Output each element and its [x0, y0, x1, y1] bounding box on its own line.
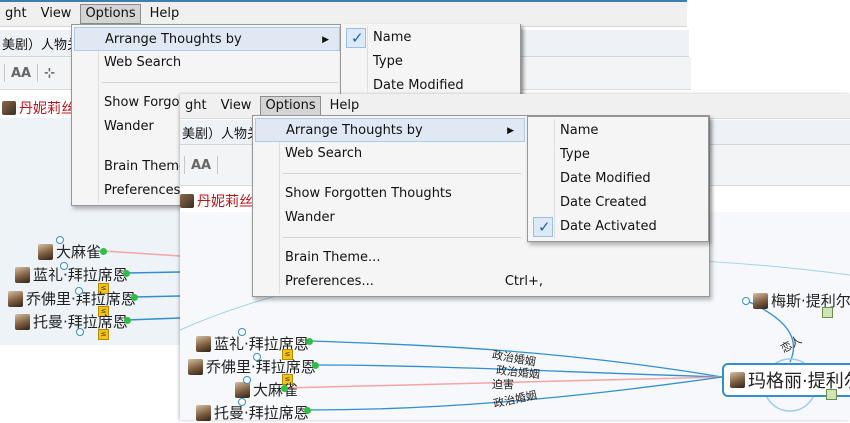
menu-item-show-forgotten[interactable]: Show Forgotten Thoughts [255, 182, 555, 206]
chevron-right-icon: ▶ [507, 126, 514, 136]
menu-item-label: Date Activated [560, 219, 657, 234]
submenu-item-date-modified[interactable]: Date Modified [530, 167, 706, 191]
submenu-item-type[interactable]: Type [530, 143, 706, 167]
menu-item-brain-theme[interactable]: Brain Theme... [255, 246, 555, 270]
menu-item-preferences[interactable]: Preferences... Ctrl+, [255, 270, 555, 294]
menu-item-accelerator: Ctrl+, [504, 274, 543, 289]
menu-item-label: Date Created [560, 195, 647, 210]
person-photo-icon [196, 335, 211, 352]
menu-item-label: Web Search [285, 146, 363, 161]
node-label: 乔佛里·拜拉席恩 [206, 358, 316, 376]
node-label: 大麻雀 [253, 381, 299, 399]
node-thought[interactable]: 梅斯·提利尔 [742, 290, 850, 311]
menu-item-arrange-thoughts[interactable]: Arrange Thoughts by ▶ [255, 118, 525, 142]
menu-item-wander[interactable]: Wander [255, 206, 555, 230]
menu-separator [283, 237, 521, 238]
front-arrange-submenu: Name Type Date Modified Date Created ✓ D… [527, 116, 709, 242]
menu-item-label: Brain Theme... [285, 250, 381, 265]
node-connector[interactable] [281, 385, 288, 392]
node-label: 梅斯·提利尔 [771, 292, 850, 310]
node-connector[interactable] [306, 338, 313, 345]
person-photo-icon [730, 372, 745, 388]
submenu-item-date-activated[interactable]: ✓ Date Activated [530, 215, 706, 239]
menu-item-label: Wander [285, 210, 335, 225]
person-photo-icon [188, 358, 203, 375]
link-label[interactable]: 迫害 [492, 376, 514, 392]
menu-item-label: Preferences... [285, 274, 374, 289]
node-connector[interactable] [304, 407, 311, 414]
menu-item-label: Name [560, 123, 599, 138]
person-photo-icon [753, 292, 768, 309]
person-photo-icon [196, 404, 211, 421]
menu-item-web-search[interactable]: Web Search F4 [255, 142, 555, 166]
menu-separator [283, 173, 521, 174]
menu-item-label: Date Modified [560, 171, 651, 186]
node-handle[interactable] [253, 353, 261, 361]
check-icon: ✓ [538, 218, 551, 236]
menu-item-label: Arrange Thoughts by [286, 123, 423, 138]
node-handle[interactable] [238, 398, 246, 406]
tag-icon [822, 307, 833, 318]
node-handle[interactable] [243, 376, 251, 384]
node-handle[interactable] [238, 328, 246, 336]
node-connector[interactable] [312, 362, 319, 369]
node-thought[interactable]: 乔佛里·拜拉席恩 [188, 356, 316, 377]
submenu-item-name[interactable]: Name [530, 119, 706, 143]
tag-icon [826, 389, 837, 400]
node-label: 蓝礼·拜拉席恩 [214, 335, 309, 353]
node-handle[interactable] [742, 296, 750, 305]
submenu-item-date-created[interactable]: Date Created [530, 191, 706, 215]
menu-item-label: Type [560, 147, 590, 162]
menu-item-label: Show Forgotten Thoughts [285, 186, 452, 201]
